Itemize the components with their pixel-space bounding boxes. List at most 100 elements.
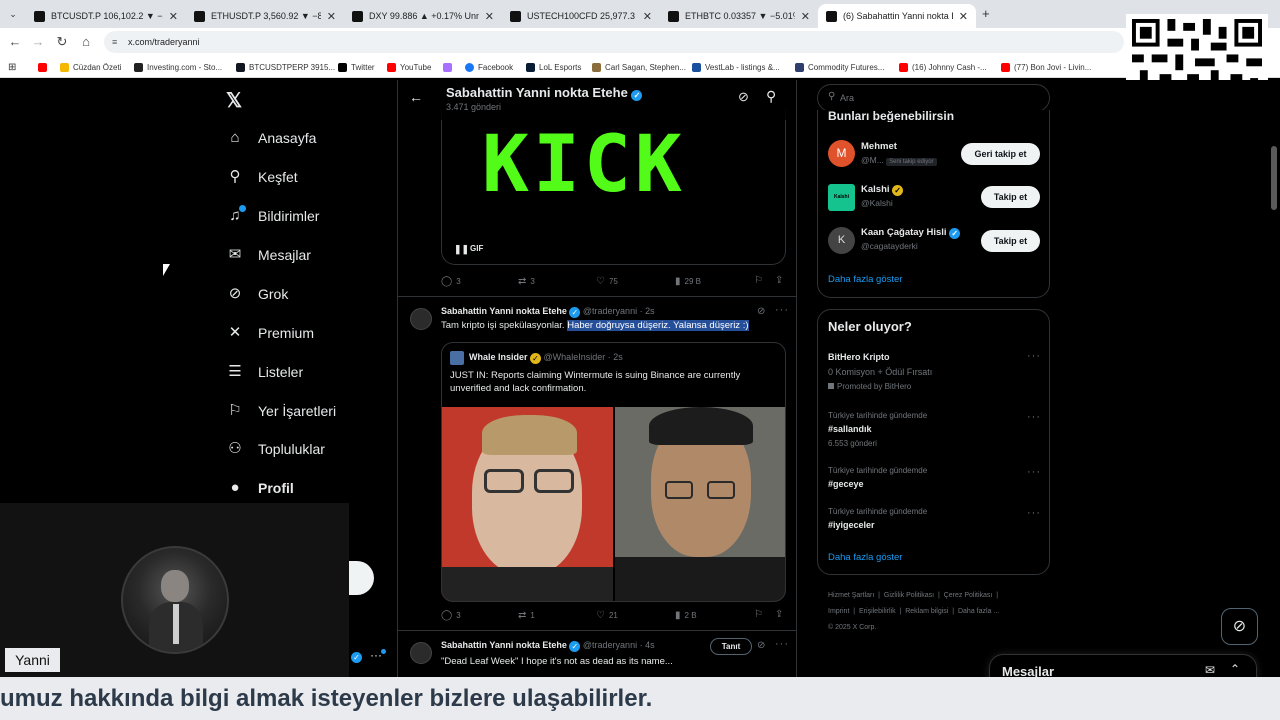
- reply-button[interactable]: ◯ 3: [441, 610, 461, 621]
- post-author[interactable]: Sabahattin Yanni nokta Etehe ✓ @traderya…: [441, 640, 655, 652]
- bookmark-youtube-icon[interactable]: [38, 61, 51, 73]
- more-options-icon[interactable]: ···: [1027, 350, 1041, 362]
- bookmark-item[interactable]: Facebook: [465, 61, 513, 73]
- like-button[interactable]: ♡ 75: [596, 276, 618, 287]
- views-button[interactable]: ▮ 29 B: [675, 276, 701, 287]
- nav-profile[interactable]: ● Profil: [226, 476, 293, 500]
- nav-home[interactable]: ⌂ Anasayfa: [226, 126, 316, 150]
- nav-premium[interactable]: ✕ Premium: [226, 321, 314, 345]
- expand-icon[interactable]: ⌃: [1230, 662, 1240, 676]
- bookmark-item[interactable]: Twitter: [338, 61, 375, 73]
- close-tab-icon[interactable]: ✕: [643, 10, 652, 23]
- apps-icon[interactable]: ⊞: [8, 61, 16, 73]
- nav-grok[interactable]: ⊘ Grok: [226, 282, 289, 306]
- footer-link[interactable]: Gizlilik Politikası: [884, 592, 934, 599]
- nav-notifications[interactable]: ♫ Bildirimler: [226, 204, 319, 228]
- messages-drawer[interactable]: Mesajlar ✉ ⌃: [989, 654, 1257, 677]
- new-tab-button[interactable]: +: [982, 6, 990, 21]
- search-icon[interactable]: ⚲: [766, 88, 776, 105]
- nav-explore[interactable]: ⚲ Keşfet: [226, 165, 298, 189]
- reload-icon[interactable]: ↻: [54, 34, 70, 50]
- site-info-icon[interactable]: ≡: [112, 31, 117, 53]
- show-more-link[interactable]: Daha fazla göster: [828, 552, 902, 563]
- new-message-icon[interactable]: ✉: [1205, 663, 1215, 677]
- home-button-icon[interactable]: ⌂: [78, 34, 94, 50]
- bookmark-item[interactable]: Cüzdan Özeti: [60, 61, 121, 73]
- footer-link[interactable]: Reklam bilgisi: [905, 608, 948, 615]
- browser-tab[interactable]: BTCUSDT.P 106,102.2 ▼ −3.98%✕: [26, 4, 186, 28]
- trend-tag[interactable]: #iyigeceler: [828, 520, 875, 530]
- search-box[interactable]: ⚲ Ara: [817, 84, 1050, 112]
- bookmark-item[interactable]: YouTube: [387, 61, 431, 73]
- more-options-icon[interactable]: ···: [775, 304, 789, 316]
- repost-button[interactable]: ⇄ 3: [518, 276, 535, 287]
- more-options-icon[interactable]: ···: [775, 638, 789, 650]
- browser-tab-active[interactable]: (6) Sabahattin Yanni nokta Ethe✕: [818, 4, 976, 28]
- more-options-icon[interactable]: ···: [1027, 466, 1041, 478]
- bookmark-item[interactable]: (77) Bon Jovi - Livin...: [1001, 61, 1091, 73]
- avatar[interactable]: K: [828, 227, 855, 254]
- follow-button[interactable]: Takip et: [981, 186, 1040, 208]
- quoted-post[interactable]: Whale Insider ✓ @WhaleInsider · 2s JUST …: [441, 342, 786, 602]
- bookmark-item[interactable]: VestLab - listings &...: [692, 61, 780, 73]
- more-options-icon[interactable]: ···: [1027, 411, 1041, 423]
- gif-media[interactable]: KICK ❚❚ GIF: [441, 110, 786, 265]
- browser-tab[interactable]: ETHBTC 0.03357 ▼ −5.01% Un✕: [660, 4, 818, 28]
- nav-bookmarks[interactable]: ⚐ Yer İşaretleri: [226, 399, 336, 423]
- bookmark-post-button[interactable]: ⚐: [754, 275, 767, 286]
- repost-button[interactable]: ⇄ 1: [518, 610, 535, 621]
- avatar[interactable]: [410, 642, 432, 664]
- footer-link[interactable]: Daha fazla ...: [958, 608, 999, 615]
- follow-back-button[interactable]: Geri takip et: [961, 143, 1040, 165]
- share-button[interactable]: ⇪: [775, 275, 787, 286]
- trend-tag[interactable]: #sallandık: [828, 424, 872, 434]
- avatar[interactable]: [410, 308, 432, 330]
- suggested-user-name[interactable]: Kaan Çağatay Hisli ✓: [861, 227, 961, 239]
- page-scrollbar[interactable]: [1271, 146, 1277, 210]
- url-field[interactable]: ≡ x.com/traderyanni: [104, 31, 1124, 53]
- bookmark-item[interactable]: (16) Johnny Cash -...: [899, 61, 987, 73]
- avatar[interactable]: Kalshi: [828, 184, 855, 211]
- bookmark-item[interactable]: LoL Esports: [526, 61, 581, 73]
- back-arrow-icon[interactable]: ←: [409, 89, 423, 105]
- bookmark-item[interactable]: [443, 61, 456, 73]
- trend-tag[interactable]: #geceye: [828, 479, 864, 489]
- grok-icon[interactable]: ⊘: [738, 89, 749, 105]
- x-logo-icon[interactable]: 𝕏: [226, 88, 242, 113]
- promoted-title[interactable]: BitHero Kripto: [828, 352, 890, 362]
- show-more-link[interactable]: Daha fazla göster: [828, 274, 902, 285]
- browser-tab[interactable]: DXY 99.886 ▲ +0.17% Unname✕: [344, 4, 502, 28]
- quote-image-left[interactable]: [442, 407, 613, 601]
- more-options-icon[interactable]: ···: [1027, 507, 1041, 519]
- suggested-user-name[interactable]: Kalshi ✓: [861, 184, 904, 196]
- nav-lists[interactable]: ☰ Listeler: [226, 360, 303, 384]
- post-author[interactable]: Sabahattin Yanni nokta Etehe ✓ @traderya…: [441, 306, 655, 318]
- bookmark-post-button[interactable]: ⚐: [754, 609, 767, 620]
- forward-icon[interactable]: →: [30, 34, 46, 50]
- views-button[interactable]: ▮ 2 B: [675, 610, 697, 621]
- back-icon[interactable]: ←: [7, 34, 23, 50]
- follow-button[interactable]: Takip et: [981, 230, 1040, 252]
- browser-tab[interactable]: USTECH100CFD 25,977.3 ▲ +0.✕: [502, 4, 660, 28]
- footer-link[interactable]: Hizmet Şartları: [828, 592, 874, 599]
- bookmark-item[interactable]: Investing.com - Sto...: [134, 61, 222, 73]
- nav-messages[interactable]: ✉ Mesajlar: [226, 243, 311, 267]
- share-button[interactable]: ⇪: [775, 609, 787, 620]
- browser-tab[interactable]: ETHUSDT.P 3,560.92 ▼ −8.81%✕: [186, 4, 344, 28]
- suggested-user-name[interactable]: Mehmet: [861, 141, 897, 152]
- close-tab-icon[interactable]: ✕: [801, 10, 810, 23]
- grok-icon[interactable]: ⊘: [757, 306, 765, 317]
- close-tab-icon[interactable]: ✕: [169, 10, 178, 23]
- close-tab-icon[interactable]: ✕: [959, 10, 968, 23]
- grok-icon[interactable]: ⊘: [757, 640, 765, 651]
- nav-communities[interactable]: ⚇ Topluluklar: [226, 437, 325, 461]
- footer-link[interactable]: Erişilebilirlik: [859, 608, 896, 615]
- close-tab-icon[interactable]: ✕: [327, 10, 336, 23]
- close-tab-icon[interactable]: ✕: [485, 10, 494, 23]
- like-button[interactable]: ♡ 21: [596, 610, 618, 621]
- tab-search-button[interactable]: ⌄: [6, 7, 20, 21]
- reply-button[interactable]: ◯ 3: [441, 276, 461, 287]
- grok-floating-button[interactable]: ⊘: [1221, 608, 1258, 645]
- pause-icon[interactable]: ❚❚: [454, 244, 469, 255]
- footer-link[interactable]: Imprint: [828, 608, 849, 615]
